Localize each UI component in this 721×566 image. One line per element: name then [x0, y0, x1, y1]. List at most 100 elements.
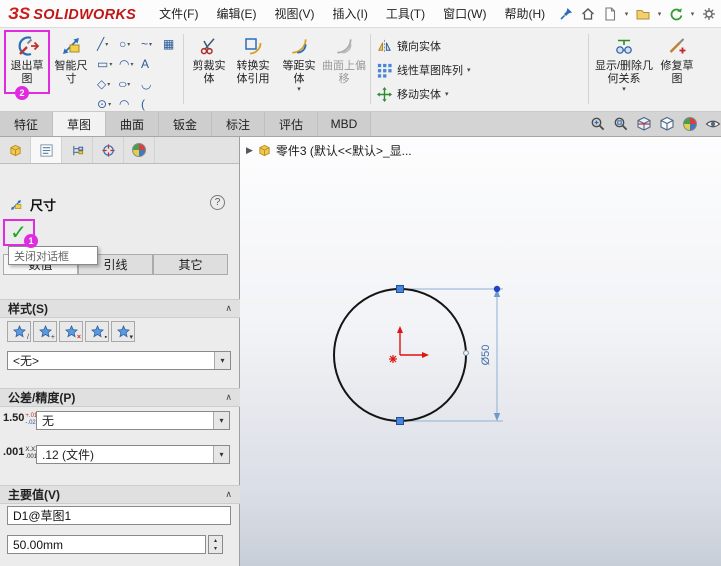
tab-sheet-metal[interactable]: 钣金 [159, 112, 212, 136]
primary-value-section-header[interactable]: 主要值(V) ∧ [0, 485, 240, 504]
new-document-button[interactable] [600, 4, 620, 24]
circle-top-vertex[interactable] [396, 285, 404, 293]
tolerance-section-header[interactable]: 公差/精度(P) ∧ [0, 388, 240, 407]
menu-file[interactable]: 文件(F) [150, 0, 207, 27]
value-spinner[interactable]: ▴ ▾ [208, 535, 223, 554]
spin-down-icon[interactable]: ▾ [209, 545, 222, 554]
tab-other[interactable]: 其它 [153, 254, 228, 275]
repair-sketch-button[interactable]: 修复草图 [656, 31, 698, 97]
linear-sketch-pattern-button[interactable]: 线性草图阵列 ▾ [376, 60, 471, 80]
line-tool-button[interactable]: ╱ ▾ [96, 35, 118, 53]
move-entities-button[interactable]: 移动实体 ▾ [376, 84, 449, 104]
collapse-icon[interactable]: ∧ [225, 392, 232, 403]
feature-tree-root[interactable]: ▶ 零件3 (默认<<默认>_显... [246, 142, 412, 159]
chevron-down-icon[interactable]: ▾ [213, 412, 229, 429]
polygon-tool-button[interactable]: ◇ ▾ [96, 75, 118, 93]
menu-help[interactable]: 帮助(H) [495, 0, 554, 27]
sketch-graphics-area[interactable]: Ø50 [240, 137, 721, 566]
circle-tool-button[interactable]: ○ ▾ [118, 35, 140, 53]
ellipse-tool-button[interactable]: ○ ▾ [118, 75, 140, 93]
menu-view[interactable]: 视图(V) [265, 0, 323, 27]
tab-mbd[interactable]: MBD [318, 112, 371, 136]
precision-dropdown[interactable]: .12 (文件) ▾ [36, 445, 230, 464]
3d-sketch-tool-button[interactable]: ▦ [162, 35, 184, 53]
tree-expand-icon[interactable]: ▶ [246, 145, 253, 156]
zoom-fit-button[interactable] [589, 116, 606, 133]
rebuild-button[interactable] [666, 4, 686, 24]
dimension-value-field[interactable]: 50.00mm [7, 535, 206, 554]
menu-edit[interactable]: 编辑(E) [207, 0, 265, 27]
mirror-entities-button[interactable]: 镜向实体 [376, 36, 441, 56]
chevron-down-icon[interactable]: ▾ [467, 67, 471, 74]
feature-manager-tab[interactable] [0, 137, 31, 163]
open-flyout-icon[interactable]: ▾ [655, 10, 664, 18]
style-delete-button[interactable]: × [59, 321, 83, 342]
tab-evaluate[interactable]: 评估 [265, 112, 318, 136]
tangent-arc-tool-button[interactable]: ◠ [118, 95, 140, 113]
view-settings-button[interactable] [704, 116, 721, 133]
style-add-button[interactable]: + [33, 321, 57, 342]
chevron-down-icon[interactable]: ▾ [107, 81, 110, 88]
collapse-icon[interactable]: ∧ [225, 303, 232, 314]
dimension-handle-dot[interactable] [493, 285, 501, 293]
style-apply-default-button[interactable]: / [7, 321, 31, 342]
tab-annotations[interactable]: 标注 [212, 112, 265, 136]
chevron-down-icon[interactable]: ▾ [149, 41, 152, 48]
options-button[interactable] [699, 4, 719, 24]
style-section-header[interactable]: 样式(S) ∧ [0, 299, 240, 318]
chevron-down-icon[interactable]: ▾ [108, 101, 111, 108]
display-delete-relations-button[interactable]: 显示/删除几何关系 ▾ [594, 31, 654, 97]
new-document-flyout-icon[interactable]: ▾ [622, 10, 631, 18]
rebuild-flyout-icon[interactable]: ▾ [688, 10, 697, 18]
chevron-down-icon[interactable]: ▾ [214, 352, 230, 369]
style-save-button[interactable]: ▪ [85, 321, 109, 342]
tab-sketch[interactable]: 草图 [53, 112, 106, 136]
dimxpert-manager-tab[interactable] [93, 137, 124, 163]
menu-tools[interactable]: 工具(T) [377, 0, 434, 27]
chevron-down-icon[interactable]: ▾ [213, 446, 229, 463]
style-load-button[interactable]: ▾ [111, 321, 135, 342]
slot-tool-button[interactable]: ⊙ ▾ [96, 95, 118, 113]
arc-tool-button[interactable]: ◠ ▾ [118, 55, 140, 73]
dimension-name-field[interactable]: D1@草图1 [7, 506, 231, 525]
chevron-down-icon[interactable]: ▾ [445, 91, 449, 98]
circle-right-point[interactable] [463, 350, 469, 356]
display-manager-tab[interactable] [124, 137, 155, 163]
spin-up-icon[interactable]: ▴ [209, 536, 222, 545]
spline-tool-button[interactable]: ~ ▾ [140, 35, 162, 53]
open-file-button[interactable] [633, 4, 653, 24]
rectangle-tool-button[interactable]: ▭ ▾ [96, 55, 118, 73]
help-button[interactable]: ? [210, 195, 225, 210]
zoom-to-area-button[interactable] [612, 116, 629, 133]
trim-entities-button[interactable]: 剪裁实体 [188, 31, 230, 97]
offset-entities-button[interactable]: 等距实体 ▾ [278, 31, 320, 97]
chevron-down-icon[interactable]: ▾ [127, 41, 130, 48]
collapse-icon[interactable]: ∧ [225, 489, 232, 500]
chevron-down-icon[interactable]: ▾ [105, 41, 108, 48]
menu-insert[interactable]: 插入(I) [323, 0, 376, 27]
smart-dimension-button[interactable]: 智能尺寸 [50, 31, 92, 97]
text-tool-button[interactable]: A [140, 55, 162, 73]
tab-features[interactable]: 特征 [0, 112, 53, 136]
convert-entities-button[interactable]: 转换实体引用 [232, 31, 274, 97]
origin-marker[interactable] [389, 326, 429, 363]
property-manager-tab[interactable] [31, 137, 62, 163]
chevron-down-icon[interactable]: ▾ [622, 86, 626, 93]
pin-menu-icon[interactable] [556, 4, 576, 24]
tab-surfaces[interactable]: 曲面 [106, 112, 159, 136]
chevron-down-icon[interactable]: ▾ [127, 81, 130, 88]
fillet-tool-button[interactable]: ◡ [140, 75, 162, 93]
appearance-button[interactable] [681, 116, 698, 133]
section-view-button[interactable] [635, 116, 652, 133]
style-dropdown[interactable]: <无> ▾ [7, 351, 231, 370]
conic-tool-button[interactable]: ( [140, 95, 162, 113]
menu-window[interactable]: 窗口(W) [434, 0, 495, 27]
circle-bottom-vertex[interactable] [396, 417, 404, 425]
graphics-viewport[interactable]: ▶ 零件3 (默认<<默认>_显... Ø50 [240, 137, 721, 566]
home-button[interactable] [578, 4, 598, 24]
chevron-down-icon[interactable]: ▾ [109, 61, 112, 68]
tolerance-type-dropdown[interactable]: 无 ▾ [36, 411, 230, 430]
dimension-text[interactable]: Ø50 [480, 345, 492, 366]
surface-offset-button[interactable]: 曲面上偏移 [322, 31, 366, 97]
exit-sketch-button[interactable]: 退出草图 [6, 31, 48, 97]
